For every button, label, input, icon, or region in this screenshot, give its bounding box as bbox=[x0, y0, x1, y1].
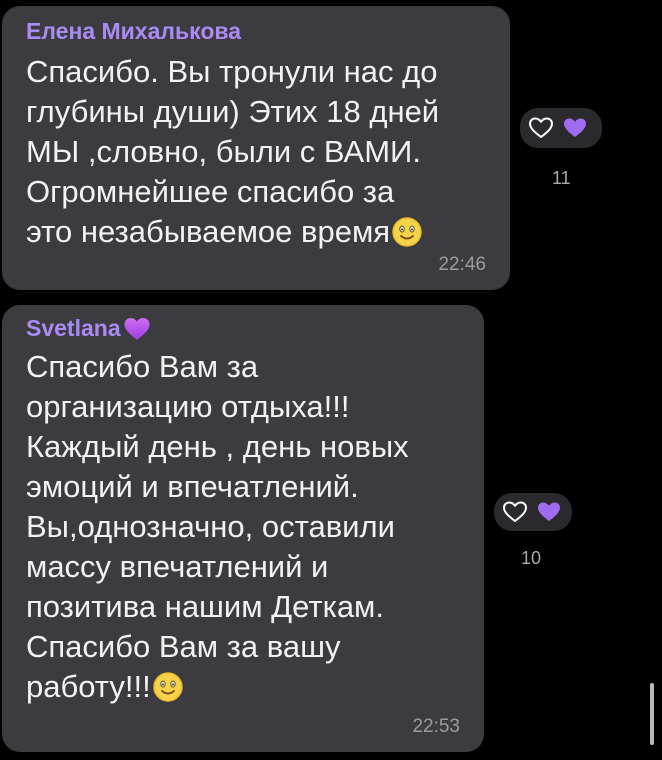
sender-name-text[interactable]: Svetlana bbox=[26, 315, 121, 342]
smiling-face-emoji-icon bbox=[391, 216, 423, 248]
message-time: 22:53 bbox=[412, 716, 460, 737]
smiling-face-emoji-icon bbox=[152, 671, 184, 703]
heart-outline-icon[interactable] bbox=[528, 116, 554, 140]
sender-name-text[interactable]: Елена Михалькова bbox=[26, 18, 241, 45]
heart-outline-icon[interactable] bbox=[502, 500, 528, 524]
reaction-count: 10 bbox=[521, 548, 542, 568]
message-text-content: Спасибо Вам за организацию отдыха!!! Каж… bbox=[26, 349, 409, 704]
reaction-count: 11 bbox=[552, 168, 571, 188]
message-text: Спасибо. Вы тронули нас до глубины души)… bbox=[26, 52, 496, 252]
message-bubble[interactable]: Svetlana Спасибо Вам за организацию отды… bbox=[2, 305, 484, 752]
chat-screen: Елена Михалькова Спасибо. Вы тронули нас… bbox=[0, 0, 662, 760]
sender-name[interactable]: Svetlana bbox=[26, 315, 151, 342]
message-time: 22:46 bbox=[438, 254, 486, 275]
purple-heart-icon[interactable] bbox=[536, 500, 562, 524]
purple-heart-icon bbox=[123, 316, 151, 342]
message-text: Спасибо Вам за организацию отдыха!!! Каж… bbox=[26, 347, 476, 707]
reaction-bar bbox=[520, 108, 602, 148]
scrollbar[interactable] bbox=[650, 683, 654, 745]
message-text-content: Спасибо. Вы тронули нас до глубины души)… bbox=[26, 54, 440, 249]
purple-heart-icon[interactable] bbox=[562, 116, 588, 140]
reaction-bar bbox=[494, 493, 572, 531]
message-bubble[interactable]: Елена Михалькова Спасибо. Вы тронули нас… bbox=[2, 6, 510, 290]
sender-name[interactable]: Елена Михалькова bbox=[26, 18, 241, 45]
